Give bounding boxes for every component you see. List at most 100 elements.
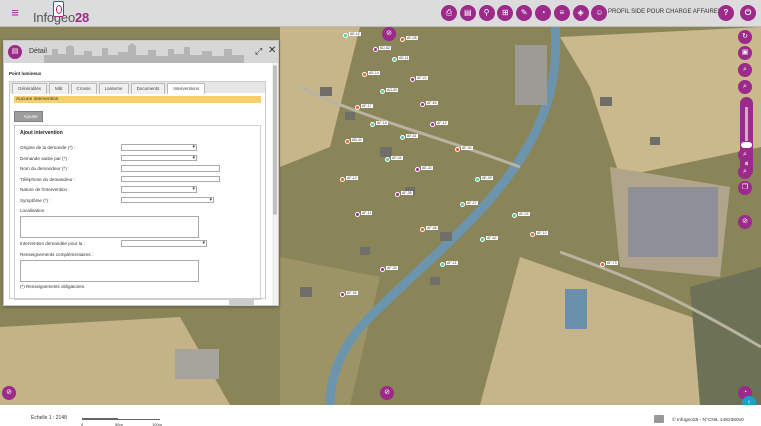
list-add-icon[interactable]: ≡ [553, 5, 570, 21]
light-point-marker[interactable] [362, 72, 367, 77]
light-point-marker[interactable] [370, 122, 375, 127]
route-icon[interactable]: ⚲ [478, 5, 495, 21]
light-point-label: AF-36 [346, 291, 358, 295]
light-point-marker[interactable] [410, 77, 415, 82]
light-point-marker[interactable] [380, 89, 385, 94]
light-point-marker[interactable] [395, 192, 400, 197]
zoom-out-search-icon[interactable]: ⌕ [738, 80, 752, 94]
save-button-partial[interactable] [229, 299, 254, 305]
light-point-marker[interactable] [460, 202, 465, 207]
light-point-marker[interactable] [512, 213, 517, 218]
hamburger-menu-icon[interactable]: ≡ [8, 6, 22, 20]
light-point-label: AF-30 [461, 146, 473, 150]
light-point-marker[interactable] [475, 177, 480, 182]
localisation-textarea[interactable] [20, 216, 199, 238]
light-point-marker[interactable] [355, 105, 360, 110]
help-icon[interactable]: ? [718, 5, 734, 21]
light-point-marker[interactable] [400, 135, 405, 140]
select-field[interactable] [121, 144, 197, 151]
tab-documents[interactable]: Documents [130, 83, 166, 94]
light-point-label: AF-62 [486, 236, 498, 240]
light-point-label: AF-73 [606, 261, 618, 265]
zoom-in-icon[interactable]: ⌕ [738, 148, 752, 162]
pedestrian-icon[interactable]: ☺ [591, 5, 608, 21]
table-icon[interactable]: ▤ [459, 5, 476, 21]
no-intervention-banner: Aucune intervention [14, 96, 261, 103]
light-point-marker[interactable] [380, 267, 385, 272]
light-point-label: AF-12 [436, 121, 448, 125]
panel-scrollbar[interactable] [272, 63, 278, 305]
collapse-panel-icon[interactable]: ‹ [742, 396, 756, 405]
light-point-label: AF-38 [401, 191, 413, 195]
light-point-label: AF-22 [416, 76, 428, 80]
light-point-marker[interactable] [440, 262, 445, 267]
light-point-marker[interactable] [600, 262, 605, 267]
image-icon[interactable]: ▣ [738, 46, 752, 60]
profile-label[interactable]: PROFIL SIDE POUR CHARGE AFFAIRES [608, 9, 722, 15]
tab-lanterne[interactable]: Lanterne [98, 83, 129, 94]
power-icon[interactable]: ⏻ [740, 5, 756, 21]
renseignements-row: Renseignements complémentaires : [20, 251, 255, 258]
plus-icon: + [19, 114, 22, 119]
text-field[interactable] [121, 165, 220, 172]
localisation-label: Localisation [20, 208, 45, 213]
light-point-marker[interactable] [430, 122, 435, 127]
logo-mark-icon [53, 1, 64, 17]
expand-icon[interactable]: ⤢ [255, 46, 262, 57]
light-point-label: AF-27 [466, 201, 478, 205]
light-point-marker[interactable] [340, 177, 345, 182]
panel-body: Point lumineux Généralités Mât Crosse Lante… [4, 63, 270, 305]
light-point-marker[interactable] [480, 237, 485, 242]
bookmark-icon[interactable]: ❐ [738, 181, 752, 195]
select-field[interactable] [121, 196, 214, 203]
renseignements-textarea[interactable] [20, 259, 199, 282]
close-icon[interactable]: ✕ [268, 45, 276, 56]
tab-interventions[interactable]: Interventions [167, 83, 206, 94]
compass-right-icon[interactable]: ⊘ [738, 215, 752, 229]
light-point-marker[interactable] [392, 57, 397, 62]
light-point-label: AE-09 [481, 176, 493, 180]
light-point-marker[interactable] [530, 232, 535, 237]
light-point-label: AF-69 [426, 101, 438, 105]
rotate-icon[interactable]: ↻ [738, 30, 752, 44]
compass-bottom-icon[interactable]: ⊘ [380, 386, 394, 400]
light-point-label: AF-48 [426, 226, 438, 230]
light-point-marker[interactable] [420, 227, 425, 232]
top-bar: ≡ Infogeo28 ⎙ ▤ ⚲ ⊞ ✎ ◔ ≡ ◈ ☺ PROFIL SIDE POUR C… [0, 0, 761, 27]
light-point-label: AE-14 [368, 71, 380, 75]
scrollbar-thumb[interactable] [273, 65, 277, 215]
tab-crosse[interactable]: Crosse [70, 83, 97, 94]
light-point-marker[interactable] [340, 292, 345, 297]
layers-export-icon[interactable]: ⊞ [497, 5, 514, 21]
tab-m-t[interactable]: Mât [49, 83, 69, 94]
light-point-marker[interactable] [400, 37, 405, 42]
pencil-icon[interactable]: ✎ [516, 5, 533, 21]
required-note: (*) Renseignements obligatoires. [20, 283, 86, 289]
print-icon[interactable]: ⎙ [441, 5, 457, 21]
form-row: Symptôme (*) : [20, 196, 255, 208]
light-point-marker[interactable] [373, 47, 378, 52]
light-point-label: AB-42 [351, 138, 363, 142]
light-point-marker[interactable] [455, 147, 460, 152]
light-point-marker[interactable] [345, 139, 350, 144]
demanded-for-select[interactable] [121, 240, 207, 247]
layers-icon[interactable]: ◈ [572, 5, 589, 21]
select-field[interactable] [121, 186, 197, 193]
light-point-marker[interactable] [420, 102, 425, 107]
add-intervention-button[interactable]: + Ajouter [14, 111, 43, 122]
compass-icon[interactable]: ⊘ [382, 27, 396, 41]
form-row: Téléphone du demandeur : [20, 175, 255, 187]
text-field[interactable] [121, 175, 220, 182]
light-point-marker[interactable] [343, 33, 348, 38]
light-point-label: AE-11 [398, 56, 410, 60]
zoom-minus-icon[interactable]: ⌕ [738, 165, 752, 179]
select-field[interactable] [121, 154, 197, 161]
compass-left-icon[interactable]: ⊘ [2, 386, 16, 400]
zoom-search-icon[interactable]: ⌕ [738, 63, 752, 77]
light-point-marker[interactable] [415, 167, 420, 172]
measure-icon[interactable]: ◔ [534, 5, 551, 21]
logo[interactable]: Infogeo28 [33, 1, 89, 25]
light-point-marker[interactable] [385, 157, 390, 162]
light-point-marker[interactable] [355, 212, 360, 217]
tab-g-n-ralit-s[interactable]: Généralités [12, 83, 48, 94]
